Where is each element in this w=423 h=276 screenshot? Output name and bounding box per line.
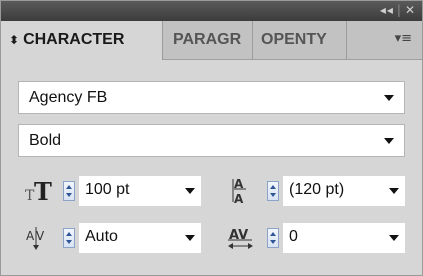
leading-control: A A (120 pt) bbox=[225, 176, 410, 206]
tab-character-label: CHARACTER bbox=[23, 31, 125, 48]
kerning-value: Auto bbox=[85, 228, 118, 245]
chevron-down-icon[interactable] bbox=[185, 188, 195, 194]
tab-paragraph-label: PARAGR bbox=[173, 31, 242, 48]
font-size-field[interactable]: 100 pt bbox=[79, 176, 201, 206]
tab-opentype-label: OPENTY bbox=[261, 31, 327, 48]
font-family-select[interactable]: Agency FB bbox=[18, 81, 405, 114]
font-size-control: T T 100 pt bbox=[23, 176, 208, 206]
panel-tab-row: ⬍ CHARACTER PARAGR OPENTY ▾≡ bbox=[1, 21, 422, 60]
tracking-value: 0 bbox=[289, 228, 298, 245]
tab-opentype[interactable]: OPENTY bbox=[253, 21, 347, 59]
tracking-field[interactable]: 0 bbox=[283, 223, 405, 253]
leading-icon: A A bbox=[225, 176, 261, 206]
tab-character[interactable]: ⬍ CHARACTER bbox=[1, 21, 163, 60]
kerning-field[interactable]: Auto bbox=[79, 223, 201, 253]
font-size-value: 100 pt bbox=[85, 181, 130, 198]
collapse-icon[interactable]: ◂◂ bbox=[380, 3, 394, 17]
panel-window-controls: ◂◂ | ✕ bbox=[379, 3, 416, 17]
panel-menu-icon[interactable]: ▾≡ bbox=[395, 31, 412, 46]
tracking-stepper[interactable] bbox=[267, 228, 279, 248]
font-style-value: Bold bbox=[29, 132, 62, 149]
leading-field[interactable]: (120 pt) bbox=[283, 176, 405, 206]
font-size-stepper[interactable] bbox=[63, 181, 75, 201]
tab-paragraph[interactable]: PARAGR bbox=[163, 21, 253, 59]
leading-value: (120 pt) bbox=[289, 181, 345, 198]
kerning-stepper[interactable] bbox=[63, 228, 75, 248]
svg-text:T: T bbox=[34, 177, 52, 206]
character-panel: ◂◂ | ✕ ⬍ CHARACTER PARAGR OPENTY ▾≡ Agency … bbox=[0, 0, 423, 276]
svg-text:V: V bbox=[36, 229, 45, 243]
svg-text:A: A bbox=[234, 192, 244, 206]
font-size-icon: T T bbox=[23, 176, 59, 206]
svg-text:A: A bbox=[26, 229, 35, 243]
chevron-down-icon[interactable] bbox=[384, 138, 394, 144]
svg-text:AV: AV bbox=[229, 228, 248, 243]
close-icon[interactable]: ✕ bbox=[405, 3, 416, 17]
font-family-value: Agency FB bbox=[29, 89, 108, 106]
leading-stepper[interactable] bbox=[267, 181, 279, 201]
font-style-select[interactable]: Bold bbox=[18, 124, 405, 157]
panel-title-bar: ◂◂ | ✕ bbox=[1, 1, 422, 21]
chevron-down-icon[interactable] bbox=[185, 235, 195, 241]
chevron-down-icon[interactable] bbox=[389, 188, 399, 194]
chevron-down-icon[interactable] bbox=[384, 95, 394, 101]
tracking-icon: AV bbox=[225, 223, 261, 253]
kerning-control: A V Auto bbox=[23, 223, 208, 253]
expand-chevron-icon[interactable]: ⬍ bbox=[9, 33, 19, 47]
chevron-down-icon[interactable] bbox=[389, 235, 399, 241]
tracking-control: AV 0 bbox=[225, 223, 410, 253]
kerning-icon: A V bbox=[23, 223, 59, 253]
